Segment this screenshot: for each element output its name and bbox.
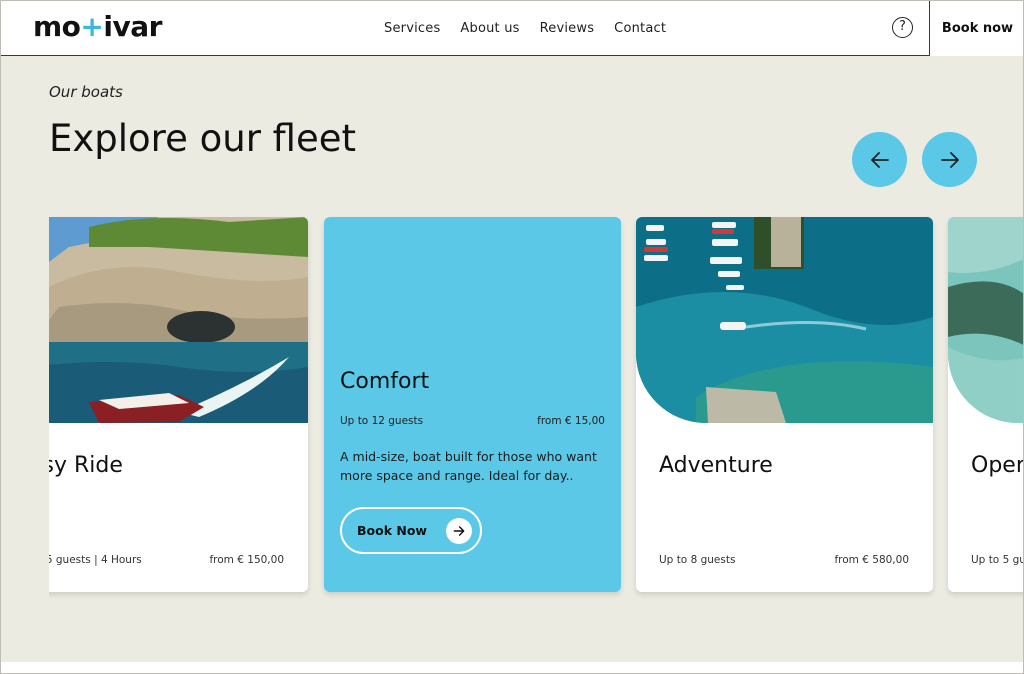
book-now-label: Book Now	[357, 523, 427, 538]
card-book-now-button[interactable]: Book Now	[340, 507, 482, 554]
boat-capacity: Up to 5 gu	[971, 554, 1024, 566]
logo-text-start: mo	[33, 10, 81, 43]
boat-name: Adventure	[659, 453, 773, 478]
fleet-carousel: asy Ride to 5 guests | 4 Hours from € 15…	[49, 206, 1024, 606]
boat-photo-marina-aerial	[636, 217, 933, 423]
photo-image	[948, 217, 1023, 423]
nav-about-us[interactable]: About us	[460, 21, 519, 36]
arrow-right-icon	[940, 151, 959, 168]
book-now-button[interactable]: Book now	[929, 1, 1023, 56]
boat-card-open[interactable]: Oper Up to 5 gu	[948, 217, 1024, 592]
photo-image	[49, 217, 308, 423]
page: mo+ivar Services About us Reviews Contac…	[0, 0, 1024, 674]
arrow-right-icon	[446, 518, 472, 544]
boat-price: from € 15,00	[537, 415, 605, 427]
nav-services[interactable]: Services	[384, 21, 440, 36]
boat-name: Oper	[971, 453, 1024, 478]
logo[interactable]: mo+ivar	[33, 10, 162, 43]
boat-price: from € 150,00	[209, 554, 284, 566]
boat-price: from € 580,00	[834, 554, 909, 566]
boat-name: asy Ride	[49, 453, 123, 478]
photo-image	[636, 217, 933, 423]
carousel-next-button[interactable]	[922, 132, 977, 187]
boat-photo-cliff-cave	[49, 217, 308, 423]
boat-name: Comfort	[340, 369, 430, 394]
boat-description: A mid-size, boat built for those who wan…	[340, 449, 597, 483]
boat-photo-shallow-water	[948, 217, 1023, 423]
section-title: Explore our fleet	[49, 117, 357, 160]
main-nav: Services About us Reviews Contact	[384, 21, 666, 36]
help-icon[interactable]: ?	[892, 17, 913, 38]
boat-card-comfort[interactable]: Comfort Up to 12 guests from € 15,00 A m…	[324, 217, 621, 592]
boat-card-adventure[interactable]: Adventure Up to 8 guests from € 580,00	[636, 217, 933, 592]
boat-capacity: Up to 12 guests	[340, 415, 424, 427]
logo-text-end: ivar	[103, 10, 162, 43]
site-header: mo+ivar Services About us Reviews Contac…	[1, 1, 1023, 56]
logo-plus-mark: +	[80, 10, 104, 43]
carousel-prev-button[interactable]	[852, 132, 907, 187]
arrow-left-icon	[870, 151, 889, 168]
boat-card-easy-ride[interactable]: asy Ride to 5 guests | 4 Hours from € 15…	[49, 217, 308, 592]
nav-contact[interactable]: Contact	[614, 21, 666, 36]
nav-reviews[interactable]: Reviews	[540, 21, 595, 36]
boat-capacity: to 5 guests | 4 Hours	[49, 554, 142, 566]
next-section-edge	[1, 662, 1023, 673]
section-eyebrow: Our boats	[49, 83, 123, 101]
boat-capacity: Up to 8 guests	[659, 554, 736, 566]
